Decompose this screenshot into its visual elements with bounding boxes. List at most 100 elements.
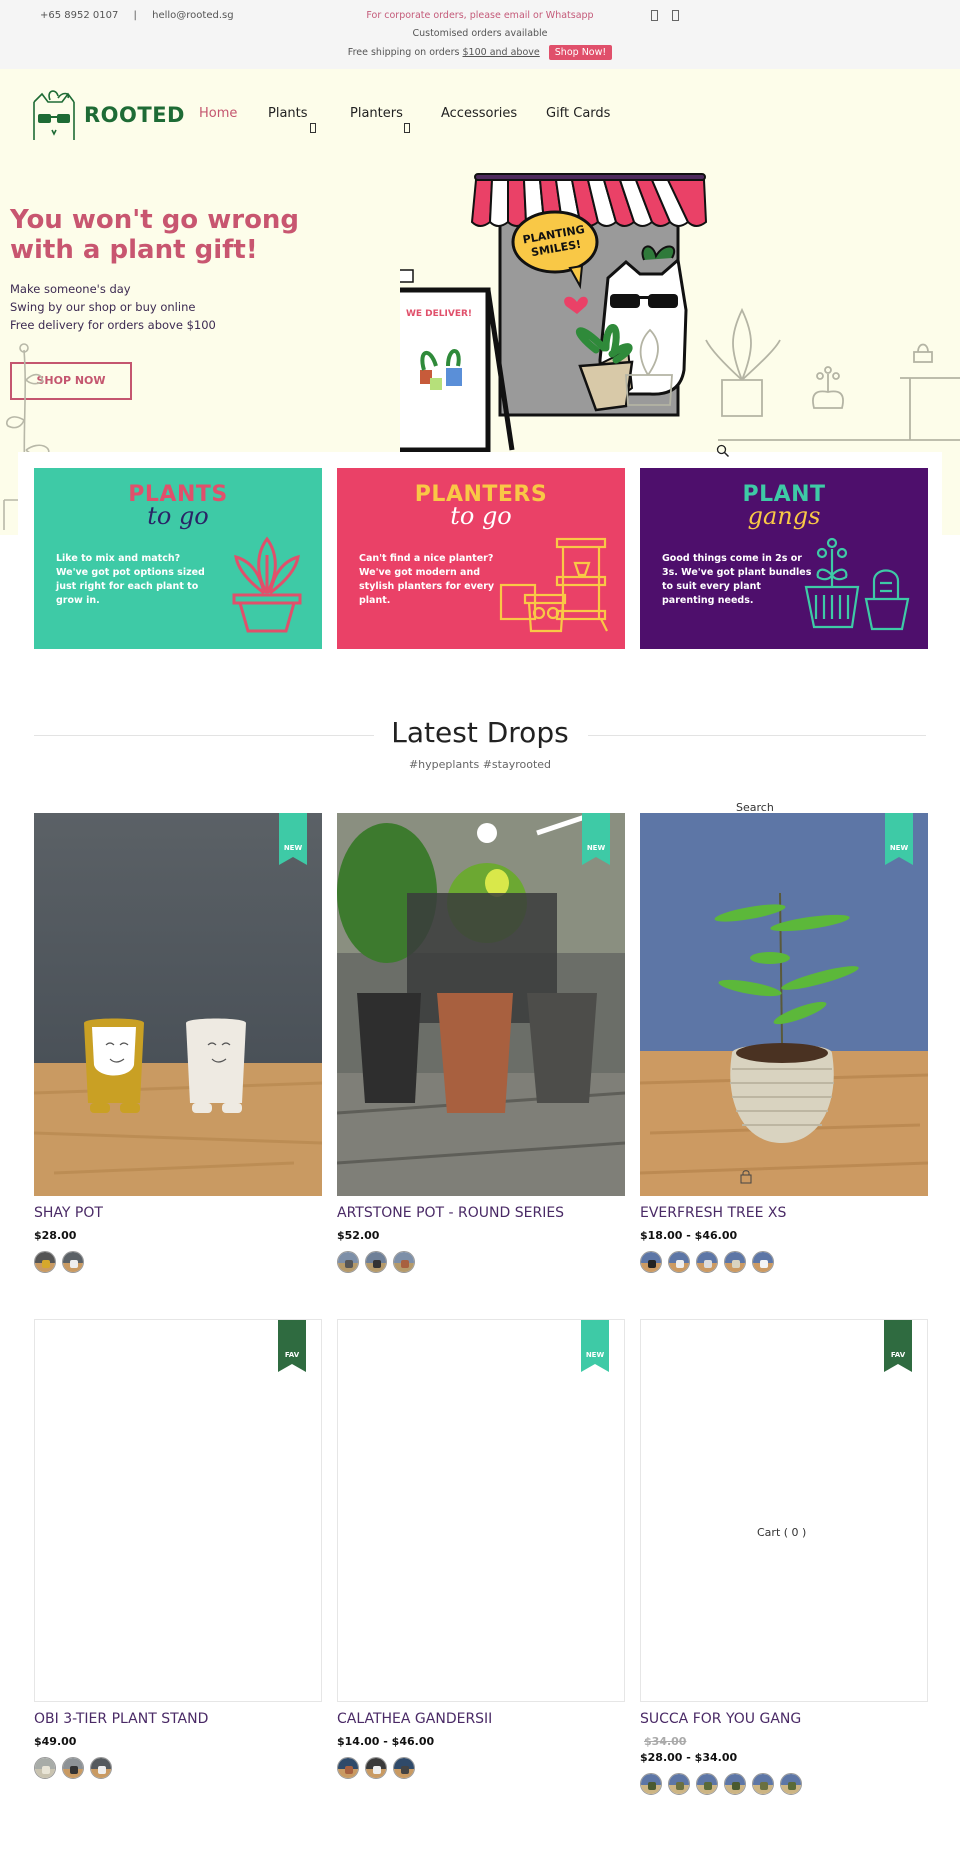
promo-shipping: Free shipping on orders $100 and above S… — [300, 45, 660, 60]
product-price: $28.00 — [34, 1229, 77, 1242]
product-name[interactable]: EVERFRESH TREE XS — [640, 1205, 786, 1221]
category-script: to go — [450, 502, 512, 530]
category-banner-planters[interactable]: PLANTERS to go Can't find a nice planter… — [337, 468, 625, 649]
contact-info: +65 8952 0107 | hello@rooted.sg — [40, 10, 246, 21]
variant-swatch[interactable] — [393, 1757, 415, 1779]
category-description: Can't find a nice planter? We've got mod… — [359, 553, 495, 606]
nav-plants[interactable]: Plants — [268, 106, 308, 121]
product-swatches — [337, 1757, 415, 1779]
category-script: to go — [147, 502, 209, 530]
badge-ribbon-icon — [885, 813, 913, 865]
product-swatches — [337, 1251, 415, 1273]
variant-swatch[interactable] — [337, 1251, 359, 1273]
nav-gift-cards[interactable]: Gift Cards — [546, 106, 610, 121]
hero-line: Free delivery for orders above $100 — [10, 318, 216, 332]
product-price: $14.00 - $46.00 — [337, 1735, 435, 1748]
sign-board-icon: WE DELIVER! — [400, 269, 515, 453]
hero-title: You won't go wrong with a plant gift! — [10, 205, 300, 265]
variant-swatch[interactable] — [696, 1251, 718, 1273]
nav-accessories[interactable]: Accessories — [441, 106, 517, 121]
contact-separator: | — [133, 10, 137, 21]
search-icon[interactable] — [716, 444, 730, 458]
cart-icon[interactable] — [672, 10, 679, 21]
variant-swatch[interactable] — [62, 1251, 84, 1273]
nav-home[interactable]: Home — [199, 106, 237, 121]
product-old-price: $34.00 — [644, 1735, 687, 1748]
phone-link[interactable]: +65 8952 0107 — [40, 10, 118, 21]
product-swatches — [34, 1251, 84, 1273]
planter-shelf-icon — [499, 537, 608, 633]
product-badge: NEW — [283, 844, 303, 852]
plant-bundle-icon — [804, 537, 910, 631]
product-image[interactable]: NEW — [640, 813, 928, 1196]
hero-line: Make someone's day — [10, 282, 131, 296]
product-badge: NEW — [585, 1351, 605, 1359]
variant-swatch[interactable] — [90, 1757, 112, 1779]
badge-ribbon-icon — [884, 1320, 912, 1372]
planters-dropdown-icon[interactable] — [404, 123, 410, 133]
promo-custom: Customised orders available — [412, 28, 548, 39]
variant-swatch[interactable] — [724, 1773, 746, 1795]
variant-swatch[interactable] — [752, 1773, 774, 1795]
product-name[interactable]: SUCCA FOR YOU GANG — [640, 1711, 801, 1727]
account-icon[interactable] — [651, 10, 658, 21]
hero-line: Swing by our shop or buy online — [10, 300, 196, 314]
product-name[interactable]: SHAY POT — [34, 1205, 103, 1221]
product-name[interactable]: OBI 3-TIER PLANT STAND — [34, 1711, 208, 1727]
product-swatches — [640, 1773, 802, 1795]
variant-swatch[interactable] — [640, 1773, 662, 1795]
section-title: Latest Drops — [391, 716, 569, 749]
product-image[interactable]: NEW — [337, 1319, 625, 1702]
nav-planters[interactable]: Planters — [350, 106, 403, 121]
hero-illustration: PLANTING SMILES! WE DELIVER! — [400, 173, 960, 453]
logo-text[interactable]: ROOTED — [84, 103, 185, 127]
variant-swatch[interactable] — [337, 1757, 359, 1779]
variant-swatch[interactable] — [393, 1251, 415, 1273]
product-price: $28.00 - $34.00 — [640, 1751, 738, 1764]
plants-dropdown-icon[interactable] — [310, 123, 316, 133]
promo-shipping-text: Free shipping on orders — [347, 47, 463, 58]
section-subtitle: #hypeplants #stayrooted — [408, 758, 552, 771]
variant-swatch[interactable] — [34, 1757, 56, 1779]
variant-swatch[interactable] — [752, 1251, 774, 1273]
variant-swatch[interactable] — [724, 1251, 746, 1273]
badge-ribbon-icon — [278, 1320, 306, 1372]
category-banner-plant-gangs[interactable]: PLANT gangs Good things come in 2s or 3s… — [640, 468, 928, 649]
category-script: gangs — [747, 502, 821, 530]
variant-swatch[interactable] — [640, 1251, 662, 1273]
variant-swatch[interactable] — [696, 1773, 718, 1795]
variant-swatch[interactable] — [62, 1757, 84, 1779]
product-name[interactable]: ARTSTONE POT - ROUND SERIES — [337, 1205, 564, 1221]
variant-swatch[interactable] — [365, 1251, 387, 1273]
variant-swatch[interactable] — [34, 1251, 56, 1273]
cart-link[interactable]: Cart ( 0 ) — [757, 1526, 806, 1539]
variant-swatch[interactable] — [365, 1757, 387, 1779]
top-bar: +65 8952 0107 | hello@rooted.sg For corp… — [0, 0, 960, 69]
promo-corporate[interactable]: For corporate orders, please email or Wh… — [300, 10, 660, 21]
product-image[interactable]: FAV — [640, 1319, 928, 1702]
badge-ribbon-icon — [582, 813, 610, 865]
product-image[interactable]: NEW — [337, 813, 625, 1196]
awning-icon — [470, 173, 708, 227]
potted-plant-icon — [232, 536, 302, 633]
product-name[interactable]: CALATHEA GANDERSII — [337, 1711, 492, 1727]
product-swatches — [34, 1757, 112, 1779]
bag-icon[interactable] — [740, 1170, 752, 1184]
product-image[interactable]: FAV — [34, 1319, 322, 1702]
badge-ribbon-icon — [279, 813, 307, 865]
product-badge: FAV — [890, 1351, 906, 1359]
category-banner-plants[interactable]: PLANTS to go Like to mix and match? We'v… — [34, 468, 322, 649]
product-badge: FAV — [284, 1351, 300, 1359]
product-price: $18.00 - $46.00 — [640, 1229, 738, 1242]
email-link[interactable]: hello@rooted.sg — [152, 10, 233, 21]
product-price: $52.00 — [337, 1229, 380, 1242]
product-badge: NEW — [586, 844, 606, 852]
category-description: Like to mix and match? We've got pot opt… — [56, 553, 205, 606]
variant-swatch[interactable] — [668, 1251, 690, 1273]
variant-swatch[interactable] — [668, 1773, 690, 1795]
topbar-shop-now-button[interactable]: Shop Now! — [548, 45, 613, 60]
product-swatches — [640, 1251, 774, 1273]
promo-shipping-link[interactable]: $100 and above — [463, 47, 540, 58]
product-image[interactable]: NEW — [34, 813, 322, 1196]
variant-swatch[interactable] — [780, 1773, 802, 1795]
